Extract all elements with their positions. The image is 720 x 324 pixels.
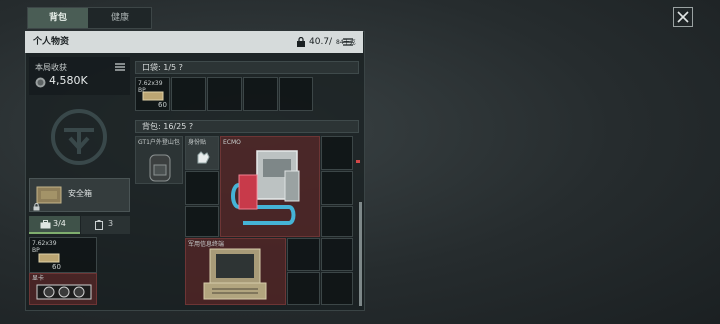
hand-item[interactable]: 身份贴 — [185, 136, 219, 170]
item-name: 身份贴 — [188, 139, 207, 146]
panel-header: 个人物资 40.7/ 84千克 — [25, 31, 363, 53]
battery-icon — [95, 220, 103, 230]
pocket-header: 口袋: 1/5 ? — [135, 61, 359, 74]
pocket-slot-3[interactable] — [207, 77, 242, 111]
pocket-label: 口袋: 1/5 ? — [142, 63, 183, 72]
pocket-slot-2[interactable] — [171, 77, 206, 111]
income-value: 4,580K — [49, 74, 88, 87]
backpack-icon — [149, 154, 171, 182]
terminal-item[interactable]: 军用信息终端 — [185, 238, 286, 305]
tab-backpack[interactable]: 背包 — [28, 8, 88, 28]
bag-slot[interactable] — [321, 272, 353, 305]
scrollbar-thumb[interactable] — [359, 202, 362, 306]
counter-tab-active[interactable]: 3/4 — [29, 216, 80, 234]
pocket-slot-5[interactable] — [279, 77, 313, 111]
bag-slot[interactable] — [321, 171, 353, 205]
tab-health[interactable]: 健康 — [89, 8, 151, 28]
ammo-item[interactable]: 7.62x39 BP 60 — [29, 237, 97, 273]
toolbox-icon — [40, 220, 51, 229]
bag-header: 背包: 16/25 ? — [135, 120, 359, 133]
bag-slot[interactable] — [321, 206, 353, 237]
income-label: 本局收获 — [35, 63, 67, 72]
counter-left: 3/4 — [53, 219, 66, 228]
counter-tab[interactable]: 3 — [81, 216, 130, 234]
close-icon — [677, 11, 689, 23]
bag-slot[interactable] — [287, 238, 320, 271]
safebox-slot[interactable]: 安全箱 — [29, 178, 130, 212]
item-qty: 60 — [158, 101, 167, 109]
item-name: 显卡 — [32, 275, 45, 282]
backpack-item[interactable]: GT1户外登山包 — [135, 136, 183, 184]
bag-slot[interactable] — [321, 136, 353, 170]
list-icon[interactable] — [115, 63, 125, 71]
lock-icon — [33, 203, 40, 211]
weight-icon — [297, 37, 305, 47]
item-name: GT1户外登山包 — [138, 139, 180, 146]
bag-slot[interactable] — [185, 171, 219, 205]
hand-icon — [197, 151, 210, 164]
tab-bar: 背包 健康 — [27, 7, 152, 29]
close-button[interactable] — [673, 7, 693, 27]
income-box: 本局收获 4,580K — [29, 57, 130, 95]
coin-icon — [35, 77, 46, 88]
faction-emblem-icon — [51, 109, 107, 165]
ecmo-item[interactable]: ECMO — [220, 136, 320, 237]
pocket-slot-4[interactable] — [243, 77, 278, 111]
list-icon[interactable] — [343, 38, 353, 46]
counter-right: 3 — [108, 219, 114, 228]
gpu-item[interactable]: 显卡 — [29, 273, 97, 305]
graphics-card-icon — [36, 284, 92, 300]
bag-slot[interactable] — [321, 238, 353, 271]
item-qty: 60 — [52, 263, 61, 271]
safebox-label: 安全箱 — [68, 189, 92, 198]
panel-title: 个人物资 — [33, 37, 70, 47]
ecmo-machine-icon — [231, 150, 300, 225]
bag-slot[interactable] — [185, 206, 219, 237]
weight-value: 40.7/ — [309, 37, 333, 47]
pocket-slot-1[interactable]: 7.62x39 BP 60 — [135, 77, 170, 111]
bag-label: 背包: 16/25 ? — [142, 122, 194, 131]
indicator-dot — [356, 160, 360, 163]
bag-slot[interactable] — [287, 272, 320, 305]
military-terminal-icon — [203, 248, 267, 300]
